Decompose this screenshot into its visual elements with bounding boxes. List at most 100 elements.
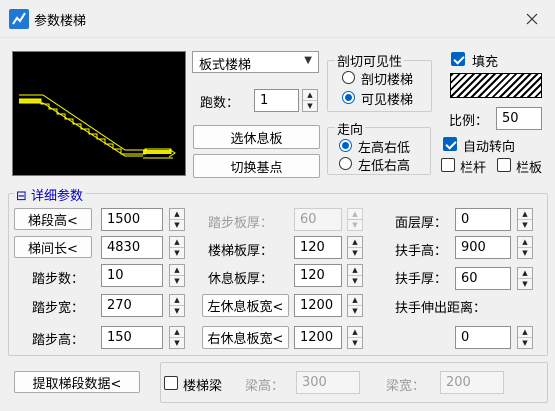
stepper-up-icon[interactable]: ▲ — [170, 209, 184, 219]
details-header[interactable]: ⊟ 详细参数 — [14, 185, 86, 204]
stair-beam-label[interactable]: 楼梯梁 — [183, 375, 222, 394]
stepper-down-icon[interactable]: ▼ — [518, 219, 532, 230]
stepper-down-icon[interactable]: ▼ — [518, 337, 532, 348]
stepper-down-icon[interactable]: ▼ — [170, 219, 184, 230]
stepper-up-icon[interactable]: ▲ — [518, 209, 532, 219]
radio-left-low-label[interactable]: 左低右高 — [358, 155, 410, 174]
landing-thickness-stepper[interactable]: ▲ ▼ — [347, 264, 363, 287]
flights-label: 跑数： — [200, 96, 240, 111]
stepper-down-icon[interactable]: ▼ — [303, 100, 317, 111]
flight-height-value: 1500 — [107, 212, 141, 227]
flights-input[interactable]: 1 — [254, 89, 299, 112]
right-landing-width-button[interactable]: 右休息板宽< — [202, 326, 289, 349]
fill-pattern-swatch[interactable] — [450, 73, 542, 98]
right-landing-width-input[interactable]: 1200 — [294, 326, 342, 349]
stepper-down-icon[interactable]: ▼ — [170, 305, 184, 316]
rail-board-label[interactable]: 栏板 — [516, 157, 542, 176]
stepper-down-icon[interactable]: ▼ — [348, 275, 362, 286]
stepper-up-icon[interactable]: ▲ — [518, 268, 532, 278]
handrail-height-input[interactable]: 900 — [455, 236, 511, 259]
stair-width-stepper[interactable]: ▲ ▼ — [169, 236, 185, 259]
riser-height-stepper[interactable]: ▲ ▼ — [169, 326, 185, 349]
stepper-up-icon[interactable]: ▲ — [170, 265, 184, 275]
switch-base-point-button[interactable]: 切换基点 — [193, 154, 320, 178]
stepper-down-icon[interactable]: ▼ — [170, 337, 184, 348]
stepper-up-icon[interactable]: ▲ — [303, 90, 317, 100]
landing-thickness-label: 休息板厚： — [208, 272, 274, 287]
handrail-extension-stepper[interactable]: ▲ ▼ — [517, 326, 533, 349]
stepper-down-icon[interactable]: ▼ — [170, 247, 184, 258]
stepper-down-icon[interactable]: ▼ — [518, 247, 532, 258]
stepper-up-icon[interactable]: ▲ — [348, 295, 362, 305]
right-landing-width-stepper[interactable]: ▲ ▼ — [347, 326, 363, 349]
stepper-down-icon[interactable]: ▼ — [518, 278, 532, 289]
stepper-up-icon[interactable]: ▲ — [348, 265, 362, 275]
steps-input[interactable]: 10 — [101, 264, 163, 287]
stepper-up-icon[interactable]: ▲ — [170, 237, 184, 247]
landing-thickness-input[interactable]: 120 — [294, 264, 342, 287]
stepper-up-icon[interactable]: ▲ — [170, 327, 184, 337]
flights-stepper[interactable]: ▲ ▼ — [302, 89, 318, 112]
stair-slab-thickness-stepper[interactable]: ▲ ▼ — [347, 236, 363, 259]
finish-thickness-input[interactable]: 0 — [455, 208, 511, 231]
stepper-up-icon[interactable]: ▲ — [518, 237, 532, 247]
stepper-up-icon[interactable]: ▲ — [348, 209, 362, 219]
steps-stepper[interactable]: ▲ ▼ — [169, 264, 185, 287]
select-landing-button[interactable]: 选休息板 — [193, 125, 320, 149]
stair-beam-checkbox[interactable] — [164, 376, 178, 390]
stepper-up-icon[interactable]: ▲ — [518, 327, 532, 337]
stair-slab-thickness-value: 120 — [300, 240, 325, 255]
handrail-thickness-stepper[interactable]: ▲ ▼ — [517, 267, 533, 290]
radio-section-stair-label[interactable]: 剖切楼梯 — [361, 69, 413, 88]
stepper-down-icon[interactable]: ▼ — [348, 219, 362, 230]
stepper-up-icon[interactable]: ▲ — [348, 237, 362, 247]
flight-height-input[interactable]: 1500 — [101, 208, 163, 231]
stepper-down-icon[interactable]: ▼ — [348, 337, 362, 348]
stair-width-button[interactable]: 梯间长< — [14, 236, 92, 258]
handrail-height-stepper[interactable]: ▲ ▼ — [517, 236, 533, 259]
flight-height-stepper[interactable]: ▲ ▼ — [169, 208, 185, 231]
left-landing-width-value: 1200 — [300, 298, 334, 313]
tread-thickness-stepper[interactable]: ▲ ▼ — [347, 208, 363, 231]
fill-checkbox[interactable] — [451, 52, 465, 66]
radio-left-high[interactable] — [339, 139, 352, 152]
beam-width-input[interactable]: 200 — [440, 371, 504, 394]
stair-slab-thickness-input[interactable]: 120 — [294, 236, 342, 259]
auto-turn-checkbox[interactable] — [443, 137, 457, 151]
finish-thickness-stepper[interactable]: ▲ ▼ — [517, 208, 533, 231]
handrail-thickness-input[interactable]: 60 — [455, 267, 511, 290]
extract-flight-data-label: 提取梯段数据< — [32, 376, 122, 392]
riser-height-label: 踏步高： — [32, 333, 85, 348]
stepper-down-icon[interactable]: ▼ — [348, 305, 362, 316]
riser-height-input[interactable]: 150 — [101, 326, 163, 349]
radio-section-stair[interactable] — [342, 71, 355, 84]
beam-height-input[interactable]: 300 — [296, 371, 360, 394]
extract-flight-data-button[interactable]: 提取梯段数据< — [14, 371, 140, 393]
stepper-up-icon[interactable]: ▲ — [348, 327, 362, 337]
stepper-up-icon[interactable]: ▲ — [170, 295, 184, 305]
left-landing-width-button[interactable]: 左休息板宽< — [202, 294, 289, 317]
fill-label[interactable]: 填充 — [472, 51, 498, 70]
stepper-down-icon[interactable]: ▼ — [348, 247, 362, 258]
tread-thickness-input[interactable]: 60 — [294, 208, 342, 231]
tread-width-input[interactable]: 270 — [101, 294, 163, 317]
rail-board-checkbox[interactable] — [497, 158, 511, 172]
left-landing-width-input[interactable]: 1200 — [294, 294, 342, 317]
radio-left-low[interactable] — [339, 157, 352, 170]
stair-width-input[interactable]: 4830 — [101, 236, 163, 259]
stepper-down-icon[interactable]: ▼ — [170, 275, 184, 286]
tread-width-stepper[interactable]: ▲ ▼ — [169, 294, 185, 317]
auto-turn-label[interactable]: 自动转向 — [463, 136, 515, 155]
flight-height-button[interactable]: 梯段高< — [14, 208, 92, 230]
railing-label[interactable]: 栏杆 — [460, 157, 486, 176]
radio-visible-stair[interactable] — [342, 91, 355, 104]
radio-left-high-label[interactable]: 左高右低 — [358, 137, 410, 156]
fill-scale-input[interactable]: 50 — [496, 107, 542, 130]
close-button[interactable] — [520, 8, 544, 30]
left-landing-width-stepper[interactable]: ▲ ▼ — [347, 294, 363, 317]
handrail-extension-input[interactable]: 0 — [455, 326, 511, 349]
railing-checkbox[interactable] — [441, 158, 455, 172]
stair-type-select[interactable]: 板式楼梯 ▼ — [192, 51, 319, 73]
radio-visible-stair-label[interactable]: 可见楼梯 — [361, 89, 413, 108]
stair-type-value: 板式楼梯 — [199, 58, 252, 73]
